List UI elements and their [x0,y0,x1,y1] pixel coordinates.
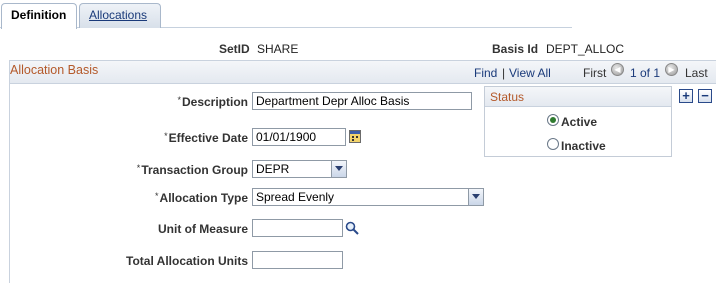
view-all-link[interactable]: View All [509,66,551,80]
tab-allocations[interactable]: Allocations [79,3,161,28]
basis-id-label: Basis Id [492,42,539,56]
total-allocation-units-input[interactable] [252,251,343,269]
basis-id-value: DEPT_ALLOC [546,42,625,56]
delete-row-button[interactable]: − [698,89,712,103]
total-allocation-units-label: Total Allocation Units [126,254,248,268]
description-label: *Description [177,95,248,109]
status-inactive-label[interactable]: Inactive [561,139,606,153]
add-row-button[interactable]: + [679,89,693,103]
status-title: Status [490,90,525,104]
required-marker: * [177,95,181,105]
page-info: 1 of 1 [630,66,661,80]
group-title: Allocation Basis [10,63,99,77]
allocation-type-select[interactable]: Spread Evenly [252,188,484,206]
chevron-down-icon[interactable] [468,189,483,205]
first-label: First [583,66,607,80]
description-input[interactable]: Department Depr Alloc Basis [252,92,472,110]
effective-date-label: *Effective Date [164,131,248,145]
group-left-border [9,60,10,283]
calendar-icon[interactable] [349,130,361,143]
previous-icon[interactable]: ◀ [611,63,624,76]
next-icon[interactable]: ▶ [665,63,678,76]
status-active-radio[interactable] [547,114,559,126]
status-inactive-radio[interactable] [547,138,559,150]
tab-allocations-label: Allocations [89,8,148,22]
allocation-basis-header-bar [9,60,716,84]
transaction-group-value: DEPR [256,162,290,176]
transaction-group-label: *Transaction Group [136,163,248,177]
transaction-group-select[interactable]: DEPR [252,160,347,178]
allocation-type-label: *Allocation Type [155,191,248,205]
setid-label: SetID [219,42,250,56]
unit-of-measure-label: Unit of Measure [157,222,248,236]
magnifier-icon[interactable] [345,221,359,235]
unit-of-measure-input[interactable] [252,219,343,237]
status-active-label[interactable]: Active [561,115,597,129]
allocation-type-value: Spread Evenly [256,190,335,204]
setid-value: SHARE [257,42,299,56]
last-label: Last [685,66,708,80]
nav-separator: | [502,66,506,80]
tab-definition[interactable]: Definition [1,3,77,29]
find-link[interactable]: Find [474,66,497,80]
chevron-down-icon[interactable] [331,161,346,177]
effective-date-input[interactable]: 01/01/1900 [252,128,346,146]
tab-definition-label: Definition [11,8,67,22]
